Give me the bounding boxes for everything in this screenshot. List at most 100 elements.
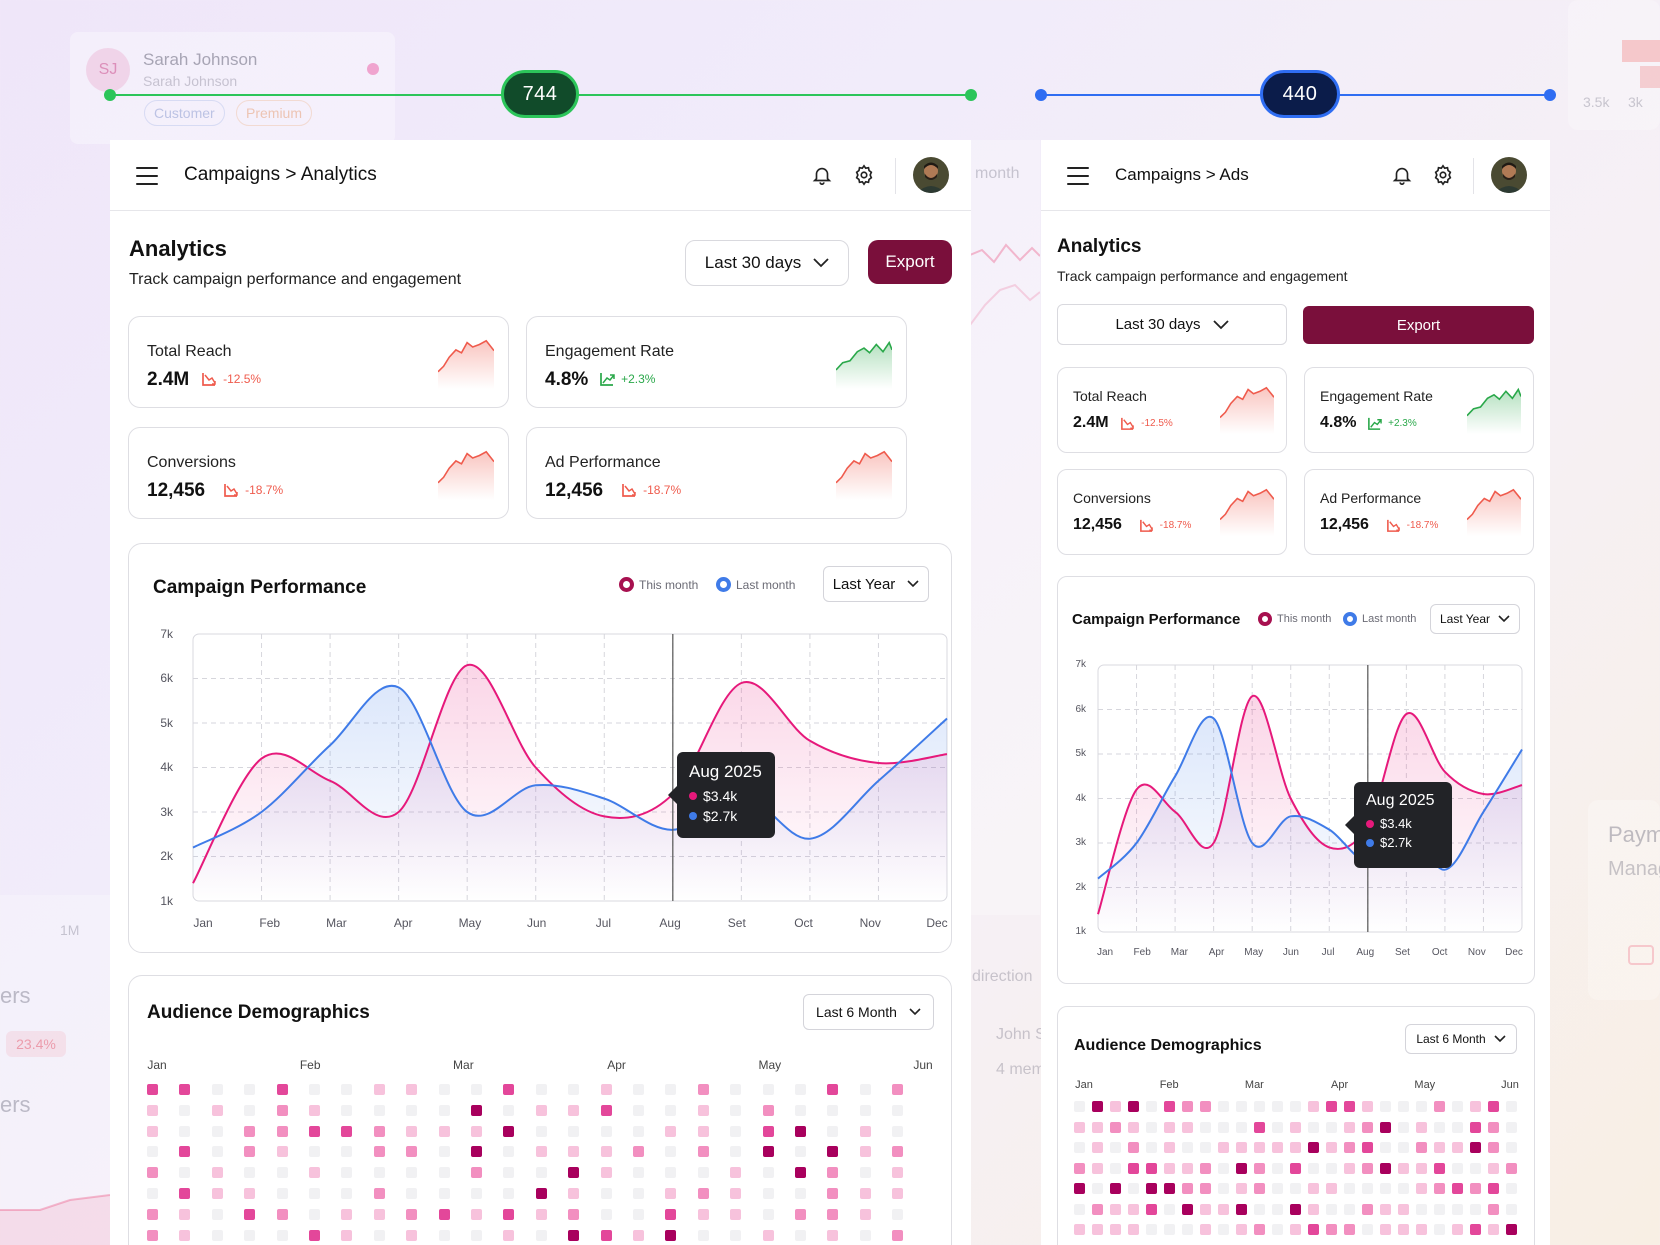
heatmap-cell — [211, 1125, 223, 1137]
heatmap-cell — [568, 1208, 580, 1220]
demographics-period-select[interactable]: Last 6 Month — [803, 994, 934, 1030]
heatmap-cell — [1434, 1121, 1445, 1133]
date-range-select[interactable]: Last 30 days — [1057, 304, 1287, 345]
heatmap-cell — [795, 1125, 806, 1137]
x-tick-label: May — [1244, 947, 1264, 958]
heatmap-cell — [244, 1229, 256, 1241]
audience-demographics-card: Audience Demographics Last 6 Month Jan Fe… — [128, 975, 952, 1245]
page-subtitle: Track campaign performance and engagemen… — [129, 271, 462, 288]
measure-handle-left-end — [965, 89, 977, 101]
period-label: Last 6 Month — [816, 1004, 897, 1020]
kpi-card[interactable]: Conversions 12,456 -18.7% — [128, 427, 509, 519]
y-tick-label: 3k — [160, 804, 173, 819]
heatmap-cell — [1506, 1121, 1517, 1133]
heatmap-cell — [1092, 1101, 1103, 1112]
heatmap-cell — [341, 1104, 353, 1116]
heatmap-cell — [244, 1167, 256, 1179]
heatmap-cell — [1074, 1142, 1085, 1153]
heatmap-cell — [471, 1104, 482, 1116]
heatmap-cell — [147, 1208, 158, 1220]
background-manag: Manag — [1608, 858, 1660, 880]
y-tick-label: 5k — [160, 715, 173, 730]
gear-icon[interactable] — [1431, 163, 1455, 187]
bell-icon[interactable] — [1390, 163, 1414, 187]
gear-icon[interactable] — [852, 163, 876, 187]
menu-icon[interactable] — [1067, 167, 1089, 185]
heatmap-cell — [1398, 1162, 1409, 1174]
kpi-card[interactable]: Engagement Rate 4.8% +2.3% — [526, 316, 907, 408]
heatmap-cell — [471, 1125, 482, 1137]
chart-tooltip: Aug 2025 $3.4k $2.7k — [1345, 782, 1452, 868]
x-tick-label: Apr — [1208, 947, 1225, 958]
heatmap-cell — [1128, 1183, 1139, 1194]
heatmap-cell — [471, 1084, 482, 1095]
heatmap-cell — [1380, 1203, 1391, 1215]
heatmap-cell — [697, 1229, 709, 1241]
x-tick-label: Aug — [659, 916, 681, 930]
heatmap-cell — [1272, 1224, 1283, 1235]
export-button[interactable]: Export — [1303, 306, 1534, 344]
page-title: Analytics — [129, 236, 227, 261]
heatmap-cell — [1290, 1224, 1301, 1235]
heatmap-cell — [1092, 1142, 1103, 1153]
heatmap-cell — [373, 1208, 385, 1220]
heatmap-cell — [503, 1125, 515, 1137]
kpi-card[interactable]: Engagement Rate 4.8% +2.3% — [1304, 367, 1534, 453]
kpi-card[interactable]: Total Reach 2.4M -12.5% — [1057, 367, 1287, 453]
tooltip-this-row: $3.4k — [689, 788, 763, 804]
tooltip-value: $3.4k — [1380, 816, 1412, 831]
date-range-label: Last 30 days — [704, 253, 802, 272]
export-button[interactable]: Export — [868, 240, 952, 284]
heatmap-cell — [1488, 1203, 1499, 1215]
heatmap-cell — [341, 1167, 353, 1179]
heatmap-cell — [438, 1208, 450, 1220]
date-range-select[interactable]: Last 30 days — [685, 240, 849, 286]
heatmap-cell — [1272, 1162, 1283, 1174]
breadcrumb: Campaigns > Analytics — [184, 164, 377, 185]
kpi-card[interactable]: Total Reach 2.4M -12.5% — [128, 316, 509, 408]
heatmap-cell — [211, 1208, 223, 1220]
tooltip-value: $2.7k — [1380, 835, 1412, 850]
heatmap-cell — [1200, 1183, 1211, 1194]
heatmap-cell — [309, 1084, 320, 1095]
heatmap-cell — [1344, 1101, 1355, 1112]
sparkline — [1467, 387, 1521, 434]
kpi-card[interactable]: Conversions 12,456 -18.7% — [1057, 469, 1287, 555]
demographics-period-select[interactable]: Last 6 Month — [1405, 1024, 1517, 1054]
heatmap-cell — [568, 1084, 580, 1095]
bell-icon[interactable] — [810, 163, 834, 187]
heatmap-cell — [730, 1167, 742, 1179]
heatmap-cell — [600, 1104, 612, 1116]
heatmap-cell — [795, 1167, 806, 1179]
top-bar: Campaigns > Ads — [1041, 140, 1550, 211]
heatmap-cell — [859, 1146, 871, 1158]
menu-icon[interactable] — [136, 167, 158, 185]
heatmap-cell — [1470, 1224, 1481, 1235]
user-avatar[interactable] — [1491, 157, 1527, 193]
user-avatar[interactable] — [913, 157, 949, 193]
y-tick-label: 2k — [160, 849, 173, 864]
y-tick-label: 7k — [160, 626, 173, 641]
heatmap-cell — [1092, 1224, 1103, 1235]
kpi-delta-value: -18.7% — [1406, 520, 1439, 531]
kpi-card[interactable]: Ad Performance 12,456 -18.7% — [1304, 469, 1534, 555]
kpi-card[interactable]: Ad Performance 12,456 -18.7% — [526, 427, 907, 519]
heatmap-cell — [1254, 1162, 1265, 1174]
heatmap-cell — [600, 1167, 612, 1179]
heatmap-cell — [1416, 1183, 1427, 1194]
heatmap-cell — [1290, 1142, 1301, 1153]
background-3k: 3k — [1628, 94, 1643, 110]
month-label: May — [758, 1058, 782, 1072]
heatmap-cell — [1272, 1183, 1283, 1194]
month-label: May — [1414, 1079, 1436, 1091]
heatmap-cell — [1182, 1203, 1193, 1215]
heatmap-cell — [1074, 1203, 1085, 1215]
tooltip-last-row: $2.7k — [689, 808, 763, 824]
y-tick-label: 6k — [1075, 703, 1086, 715]
heatmap-cell — [373, 1188, 385, 1199]
heatmap-cell — [406, 1104, 418, 1116]
heatmap-cell — [276, 1084, 288, 1095]
heatmap-cell — [1488, 1121, 1499, 1133]
heatmap-cell — [1272, 1203, 1283, 1215]
heatmap-cell — [633, 1188, 644, 1199]
